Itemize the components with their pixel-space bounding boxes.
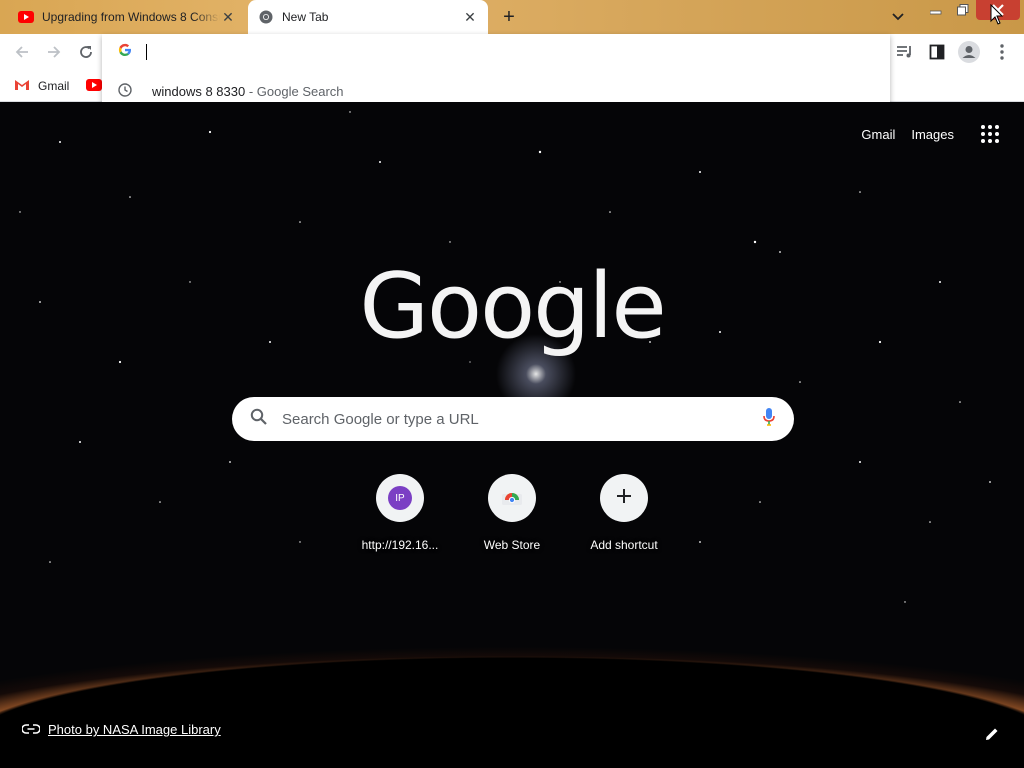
shortcut-label: Web Store	[483, 538, 541, 552]
bookmark-youtube[interactable]	[86, 76, 102, 96]
bookmark-gmail[interactable]: Gmail	[14, 76, 69, 96]
plus-icon	[616, 488, 632, 509]
link-icon	[21, 722, 41, 737]
ip-letter-icon: IP	[388, 486, 412, 510]
ntp-top-links: Gmail Images	[861, 102, 1024, 166]
bookmark-label: Gmail	[38, 79, 70, 93]
tab-new-tab[interactable]: New Tab ✕	[248, 0, 488, 34]
suggestion-query: windows 8 8330	[152, 83, 246, 99]
chrome-web-store-icon	[501, 486, 523, 511]
shortcut-tile	[488, 474, 536, 522]
mouse-cursor-icon	[990, 4, 1004, 25]
profile-avatar-icon[interactable]	[958, 41, 980, 63]
shortcuts-row: IP http://192.16... Web Store Add shortc…	[0, 474, 1024, 564]
credit-link[interactable]: Photo by NASA Image Library	[48, 722, 221, 737]
google-g-icon	[118, 43, 132, 62]
text-cursor	[146, 44, 147, 60]
background-credit[interactable]: Photo by NASA Image Library	[21, 722, 221, 737]
search-placeholder: Search Google or type a URL	[282, 410, 479, 428]
youtube-icon	[86, 78, 102, 94]
gmail-link[interactable]: Gmail	[861, 127, 895, 142]
new-tab-page: Gmail Images Google Search Google or typ…	[0, 102, 1024, 768]
tab-search-chevron-icon[interactable]	[889, 8, 907, 26]
ntp-search-box[interactable]: Search Google or type a URL	[232, 397, 794, 441]
tab-title: Upgrading from Windows 8 Consumer Previe…	[42, 10, 220, 24]
search-icon	[250, 408, 268, 431]
apps-grid-icon[interactable]	[978, 122, 1002, 146]
shortcut-tile	[600, 474, 648, 522]
gmail-icon	[14, 78, 30, 94]
shortcut-label: http://192.16...	[361, 538, 439, 552]
shortcut-web-store[interactable]: Web Store	[456, 474, 568, 552]
microphone-icon[interactable]	[762, 407, 776, 432]
menu-dots-icon[interactable]	[992, 42, 1012, 62]
back-arrow-icon[interactable]	[12, 42, 32, 62]
restore-button[interactable]	[950, 0, 976, 20]
new-tab-button[interactable]: +	[497, 6, 521, 28]
side-panel-icon[interactable]	[927, 42, 947, 62]
google-logo: Google	[359, 254, 666, 359]
tab-close-icon[interactable]: ✕	[462, 9, 478, 25]
media-control-icon[interactable]	[895, 42, 915, 62]
shortcut-label: Add shortcut	[590, 538, 658, 552]
title-bar: Upgrading from Windows 8 Consumer Previe…	[0, 0, 1024, 34]
forward-arrow-icon[interactable]	[44, 42, 64, 62]
shortcut-add[interactable]: Add shortcut	[568, 474, 680, 552]
history-clock-icon	[118, 82, 132, 100]
tab-close-icon[interactable]: ✕	[220, 9, 236, 25]
customize-pencil-icon[interactable]	[984, 726, 1000, 742]
minimize-button[interactable]	[922, 0, 950, 20]
shortcut-tile: IP	[376, 474, 424, 522]
address-bar-input[interactable]	[102, 34, 890, 70]
tab-youtube[interactable]: Upgrading from Windows 8 Consumer Previe…	[8, 0, 246, 34]
tab-title: New Tab	[282, 10, 329, 24]
shortcut-ip[interactable]: IP http://192.16...	[344, 474, 456, 552]
chrome-icon	[258, 9, 274, 25]
images-link[interactable]: Images	[911, 127, 954, 142]
suggestion-source: - Google Search	[245, 83, 344, 99]
reload-icon[interactable]	[76, 42, 96, 62]
youtube-icon	[18, 9, 34, 25]
